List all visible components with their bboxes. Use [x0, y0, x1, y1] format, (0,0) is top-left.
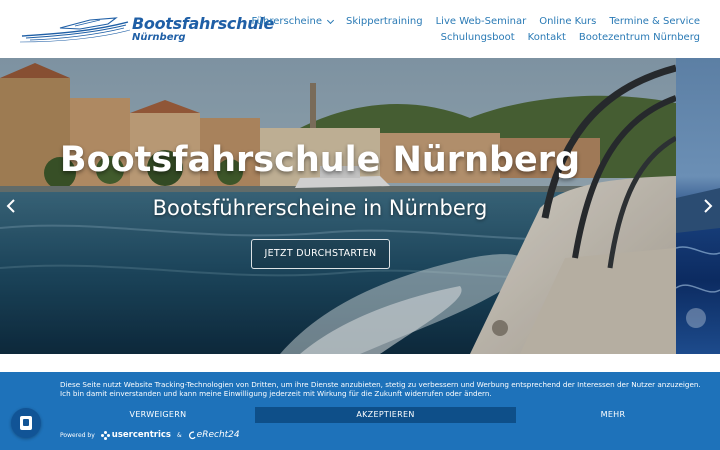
nav-row-1: Führerscheine Skippertraining Live Web-S… [251, 14, 700, 30]
more-button[interactable]: MEHR [516, 407, 710, 423]
cookie-consent-banner: Diese Seite nutzt Website Tracking-Techn… [0, 372, 720, 450]
slider-next-button[interactable] [703, 199, 713, 213]
logo-subtitle: Nürnberg [132, 32, 186, 43]
privacy-settings-button[interactable] [11, 408, 41, 438]
usercentrics-logo[interactable]: usercentrics [100, 430, 171, 440]
nav-item-termine-service[interactable]: Termine & Service [609, 14, 700, 30]
erecht24-label: eRecht24 [196, 430, 240, 440]
nav-item-skippertraining[interactable]: Skippertraining [346, 14, 423, 30]
and-label: & [176, 431, 182, 439]
site-logo[interactable]: Bootsfahrschule Nürnberg [20, 10, 274, 48]
nav-item-label: Führerscheine [251, 16, 322, 27]
hero-slider: Bootsfahrschule Nürnberg Bootsführersche… [0, 58, 720, 354]
cta-button[interactable]: JETZT DURCHSTARTEN [251, 239, 390, 269]
content-gap [0, 354, 720, 372]
nav-item-bootezentrum[interactable]: Bootezentrum Nürnberg [579, 30, 700, 46]
chevron-down-icon [326, 16, 335, 25]
usercentrics-label: usercentrics [111, 430, 171, 440]
erecht24-logo[interactable]: eRecht24 [188, 430, 240, 440]
hero-subtitle: Bootsführerscheine in Nürnberg [152, 196, 488, 220]
page: Bootsfahrschule Nürnberg Führerscheine S… [0, 0, 720, 450]
chevron-left-icon [6, 199, 15, 213]
boat-logo-icon [20, 17, 130, 43]
decline-button[interactable]: VERWEIGERN [60, 407, 256, 423]
accept-button[interactable]: AKZEPTIEREN [255, 407, 516, 423]
site-header: Bootsfahrschule Nürnberg Führerscheine S… [0, 0, 720, 58]
hero-next-slide-preview [676, 58, 720, 354]
nav-item-online-kurs[interactable]: Online Kurs [539, 14, 596, 30]
erecht24-icon [188, 430, 196, 439]
main-navigation: Führerscheine Skippertraining Live Web-S… [251, 14, 700, 46]
slider-prev-button[interactable] [6, 199, 16, 213]
powered-by: Powered by usercentrics & eRecht24 [60, 428, 240, 442]
privacy-settings-icon [20, 416, 32, 430]
chevron-right-icon [704, 199, 713, 213]
nav-item-live-web-seminar[interactable]: Live Web-Seminar [436, 14, 527, 30]
usercentrics-icon [100, 430, 110, 440]
powered-by-label: Powered by [60, 431, 95, 439]
nav-row-2: Schulungsboot Kontakt Bootezentrum Nürnb… [251, 30, 700, 46]
nav-item-schulungsboot[interactable]: Schulungsboot [441, 30, 515, 46]
nav-item-fuehrerscheine[interactable]: Führerscheine [251, 14, 335, 30]
hero-title: Bootsfahrschule Nürnberg [59, 140, 581, 180]
cookie-actions: VERWEIGERN AKZEPTIEREN MEHR [60, 407, 710, 423]
nav-item-kontakt[interactable]: Kontakt [528, 30, 566, 46]
cookie-consent-text: Diese Seite nutzt Website Tracking-Techn… [60, 380, 701, 398]
